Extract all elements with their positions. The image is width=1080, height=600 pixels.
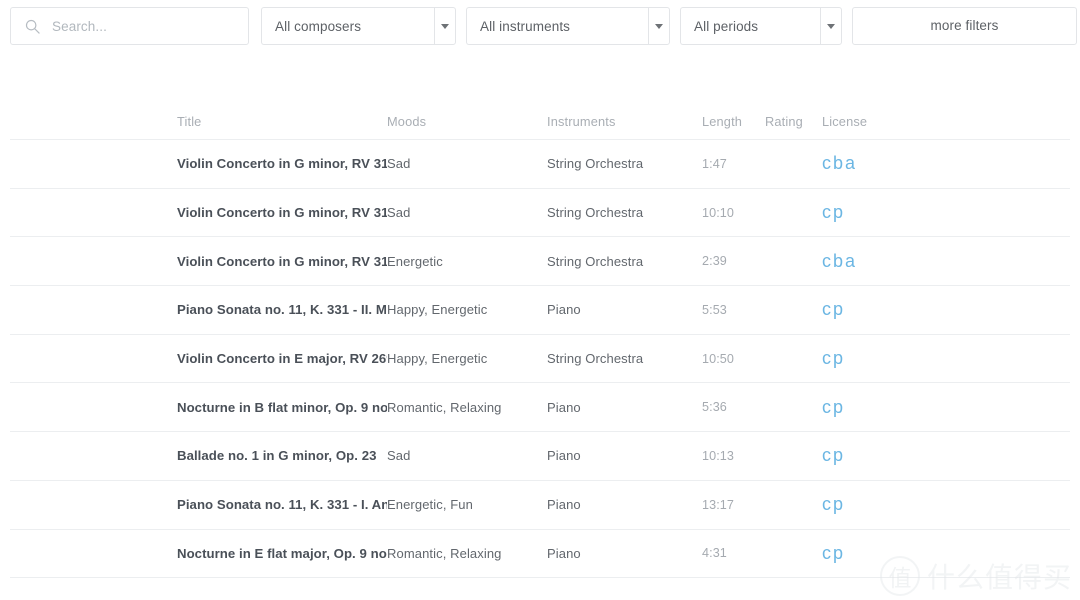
table-row[interactable]: Nocturne in B flat minor, Op. 9 no. 1Rom… [10, 383, 1070, 432]
row-length: 2:39 [702, 254, 749, 268]
row-length: 5:36 [702, 400, 749, 414]
row-moods: Energetic [387, 254, 547, 269]
column-header-license[interactable]: License [806, 114, 878, 129]
composers-select-arrow[interactable] [434, 7, 456, 45]
row-instruments: Piano [547, 546, 702, 561]
row-title: Violin Concerto in E major, RV 269 'Spri… [10, 351, 387, 366]
row-instruments: Piano [547, 400, 702, 415]
table-row[interactable]: Piano Sonata no. 11, K. 331 - II. Menuet… [10, 286, 1070, 335]
row-instruments: Piano [547, 302, 702, 317]
filter-bar: All composers All instruments All period… [0, 0, 1080, 52]
music-catalog-page: All composers All instruments All period… [0, 0, 1080, 600]
row-moods: Sad [387, 156, 547, 171]
row-license[interactable]: cba [806, 251, 878, 272]
table-row[interactable]: Ballade no. 1 in G minor, Op. 23SadPiano… [10, 432, 1070, 481]
chevron-down-icon [655, 24, 663, 29]
row-license[interactable]: cp [806, 299, 878, 320]
search-input[interactable] [52, 19, 232, 34]
column-header-title[interactable]: Title [10, 114, 387, 129]
row-title: Violin Concerto in G minor, RV 315 'Summ… [10, 156, 387, 171]
track-table: Title Moods Instruments Length Rating Li… [10, 104, 1070, 578]
row-length: 10:50 [702, 352, 749, 366]
table-row[interactable]: Violin Concerto in G minor, RV 315 'Summ… [10, 237, 1070, 286]
chevron-down-icon [827, 24, 835, 29]
table-row[interactable]: Piano Sonata no. 11, K. 331 - I. Andante… [10, 481, 1070, 530]
instruments-select-value[interactable]: All instruments [466, 7, 648, 45]
row-moods: Romantic, Relaxing [387, 546, 547, 561]
row-license[interactable]: cp [806, 494, 878, 515]
column-header-instruments[interactable]: Instruments [547, 114, 702, 129]
row-title: Nocturne in B flat minor, Op. 9 no. 1 [10, 400, 387, 415]
row-title: Violin Concerto in G minor, RV 315 'Summ… [10, 254, 387, 269]
row-length: 1:47 [702, 157, 749, 171]
row-instruments: String Orchestra [547, 205, 702, 220]
column-header-rating[interactable]: Rating [749, 114, 806, 129]
search-box[interactable] [10, 7, 249, 45]
row-title: Violin Concerto in G minor, RV 315 'Summ… [10, 205, 387, 220]
row-instruments: String Orchestra [547, 254, 702, 269]
row-moods: Happy, Energetic [387, 351, 547, 366]
chevron-down-icon [441, 24, 449, 29]
table-header-row: Title Moods Instruments Length Rating Li… [10, 104, 1070, 140]
row-title: Ballade no. 1 in G minor, Op. 23 [10, 448, 387, 463]
row-moods: Happy, Energetic [387, 302, 547, 317]
row-title: Piano Sonata no. 11, K. 331 - II. Menuet… [10, 302, 387, 317]
row-license[interactable]: cp [806, 348, 878, 369]
composers-select[interactable]: All composers [261, 7, 456, 45]
periods-select-arrow[interactable] [820, 7, 842, 45]
row-moods: Sad [387, 448, 547, 463]
row-length: 13:17 [702, 498, 749, 512]
periods-select-value[interactable]: All periods [680, 7, 820, 45]
row-moods: Romantic, Relaxing [387, 400, 547, 415]
periods-select[interactable]: All periods [680, 7, 842, 45]
table-body: Violin Concerto in G minor, RV 315 'Summ… [10, 140, 1070, 578]
row-moods: Sad [387, 205, 547, 220]
row-length: 10:10 [702, 206, 749, 220]
row-license[interactable]: cp [806, 397, 878, 418]
row-instruments: String Orchestra [547, 351, 702, 366]
composers-select-value[interactable]: All composers [261, 7, 434, 45]
table-row[interactable]: Violin Concerto in G minor, RV 315 'Summ… [10, 140, 1070, 189]
row-title: Nocturne in E flat major, Op. 9 no. 2 [10, 546, 387, 561]
row-license[interactable]: cp [806, 202, 878, 223]
row-license[interactable]: cba [806, 153, 878, 174]
row-title: Piano Sonata no. 11, K. 331 - I. Andante… [10, 497, 387, 512]
instruments-select[interactable]: All instruments [466, 7, 670, 45]
table-row[interactable]: Violin Concerto in E major, RV 269 'Spri… [10, 335, 1070, 384]
row-length: 4:31 [702, 546, 749, 560]
row-length: 10:13 [702, 449, 749, 463]
table-row[interactable]: Nocturne in E flat major, Op. 9 no. 2Rom… [10, 530, 1070, 579]
column-header-length[interactable]: Length [702, 114, 749, 129]
row-license[interactable]: cp [806, 445, 878, 466]
table-row[interactable]: Violin Concerto in G minor, RV 315 'Summ… [10, 189, 1070, 238]
row-moods: Energetic, Fun [387, 497, 547, 512]
column-header-moods[interactable]: Moods [387, 114, 547, 129]
more-filters-button[interactable]: more filters [852, 7, 1077, 45]
row-length: 5:53 [702, 303, 749, 317]
row-instruments: String Orchestra [547, 156, 702, 171]
row-instruments: Piano [547, 497, 702, 512]
row-instruments: Piano [547, 448, 702, 463]
search-icon [25, 19, 40, 34]
instruments-select-arrow[interactable] [648, 7, 670, 45]
row-license[interactable]: cp [806, 543, 878, 564]
